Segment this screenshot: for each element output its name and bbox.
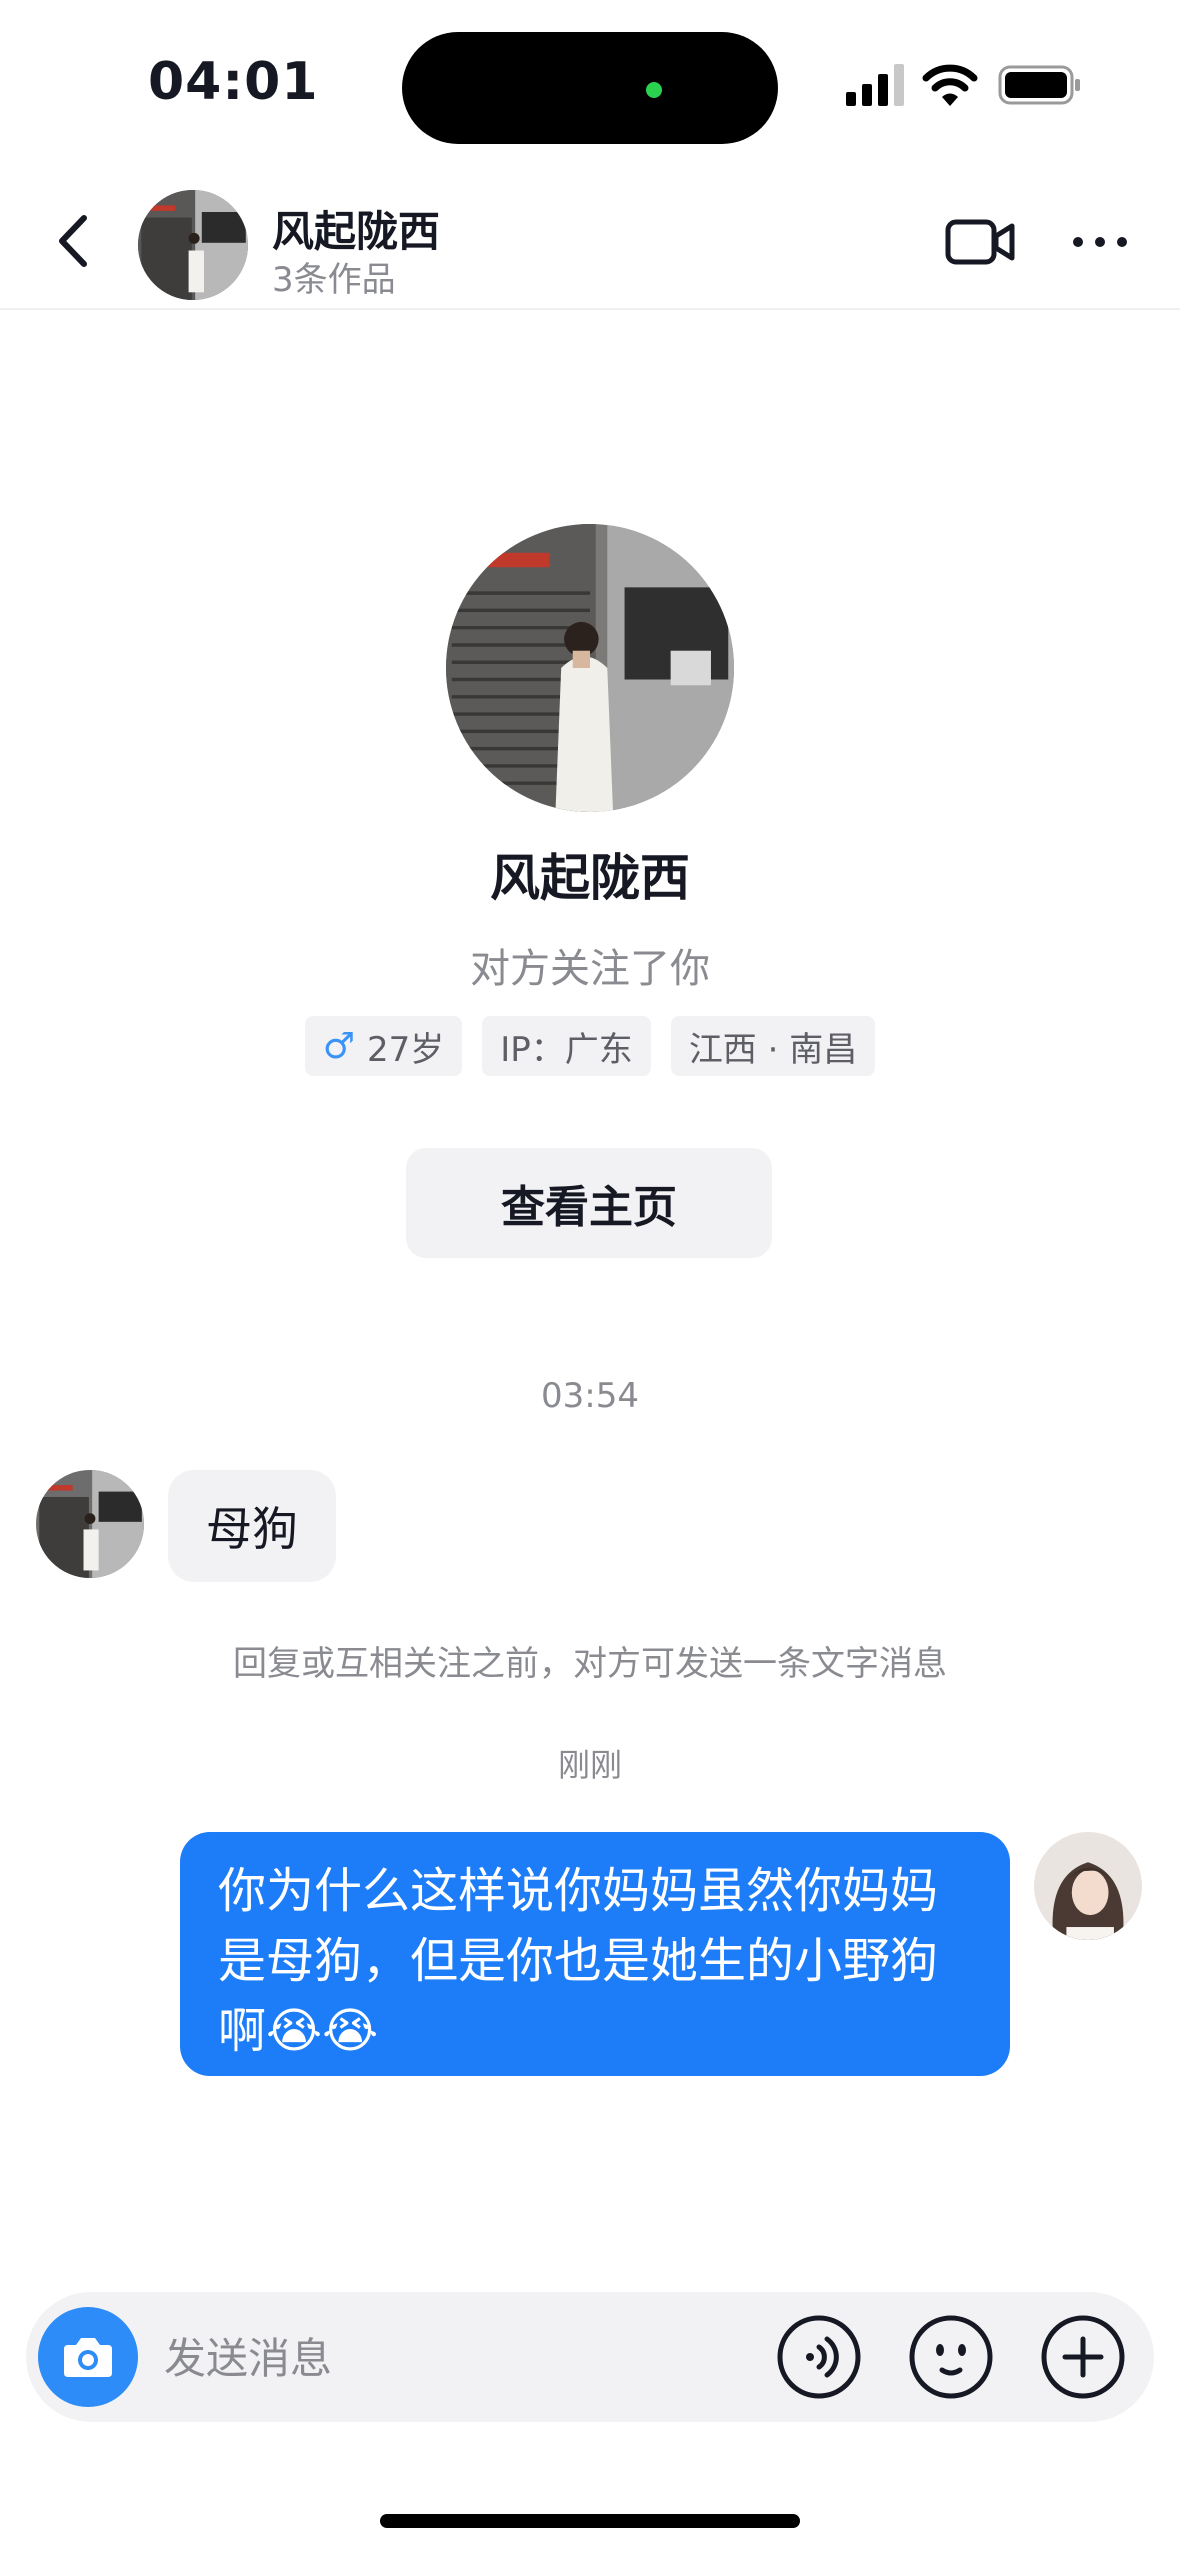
camera-button[interactable] — [38, 2307, 138, 2407]
video-call-icon[interactable] — [944, 208, 1018, 276]
message-input-bar — [26, 2292, 1154, 2422]
chat-header: 风起陇西 3条作品 — [0, 176, 1180, 310]
incoming-message-bubble[interactable]: 母狗 — [168, 1470, 336, 1582]
age-label: 27岁 — [367, 1029, 445, 1070]
ip-tag: IP：广东 — [482, 1016, 651, 1076]
profile-avatar[interactable] — [446, 524, 734, 812]
header-contact-name: 风起陇西 — [272, 207, 441, 256]
plus-icon[interactable] — [1040, 2314, 1126, 2400]
my-avatar[interactable] — [1034, 1832, 1142, 1940]
message-input[interactable] — [162, 2326, 766, 2390]
camera-icon — [64, 2338, 112, 2377]
male-icon: ♂ — [322, 1025, 356, 1067]
more-icon[interactable] — [1068, 210, 1132, 274]
back-arrow-icon[interactable] — [40, 206, 110, 276]
camera-indicator-dot — [646, 82, 662, 98]
gender-age-tag: ♂ 27岁 — [304, 1016, 463, 1076]
message-timestamp: 刚刚 — [557, 1746, 622, 1784]
voice-icon[interactable] — [776, 2314, 862, 2400]
follow-status: 对方关注了你 — [470, 946, 710, 992]
chat-screen: 04:01 风起陇西 3条作品 风起陇西 对方关注了你 ♂ 27岁 IP：广东 … — [0, 0, 1180, 2556]
location-tag: 江西 · 南昌 — [670, 1016, 876, 1076]
dynamic-island — [402, 32, 778, 144]
view-homepage-button[interactable]: 查看主页 — [406, 1148, 772, 1258]
profile-name: 风起陇西 — [490, 849, 690, 907]
emoji-icon[interactable] — [908, 2314, 994, 2400]
profile-tags: ♂ 27岁 IP：广东 江西 · 南昌 — [0, 1016, 1180, 1076]
header-works-count: 3条作品 — [272, 260, 396, 300]
location-label: 江西 · 南昌 — [688, 1029, 858, 1070]
outgoing-message-bubble[interactable]: 你为什么这样说你妈妈虽然你妈妈是母狗，但是你也是她生的小野狗啊😭😭 — [180, 1832, 1010, 2076]
status-time: 04:01 — [148, 52, 319, 112]
message-timestamp: 03:54 — [541, 1376, 639, 1416]
home-indicator[interactable] — [380, 2514, 800, 2528]
wifi-icon — [922, 64, 978, 106]
cellular-signal-icon — [846, 64, 904, 106]
battery-icon — [998, 65, 1080, 105]
ip-label: IP：广东 — [500, 1029, 633, 1070]
incoming-avatar[interactable] — [36, 1470, 144, 1578]
contact-avatar[interactable] — [138, 190, 248, 300]
reply-limit-notice: 回复或互相关注之前，对方可发送一条文字消息 — [233, 1644, 947, 1684]
